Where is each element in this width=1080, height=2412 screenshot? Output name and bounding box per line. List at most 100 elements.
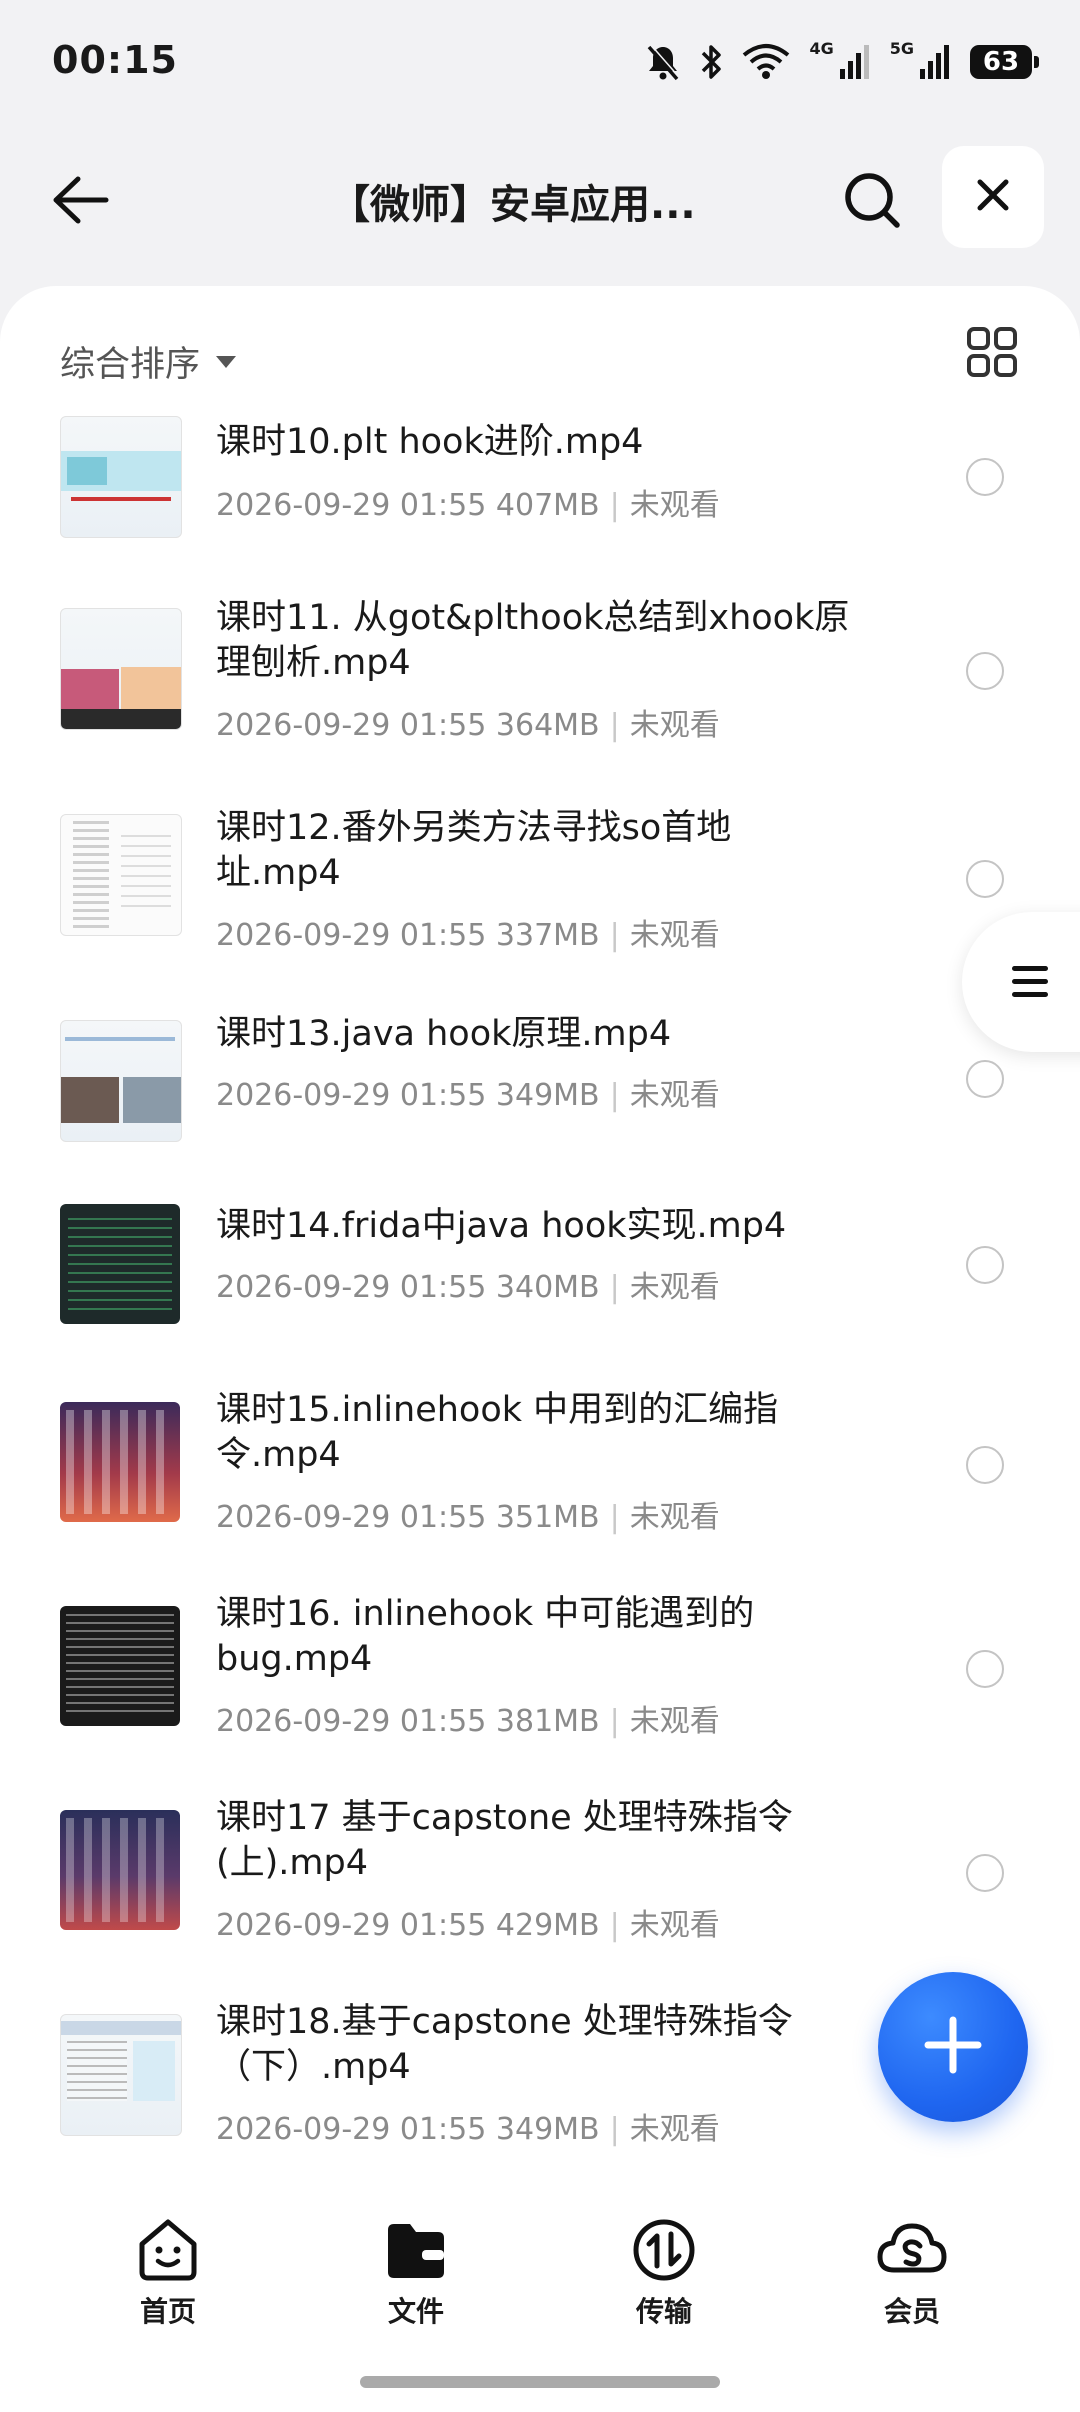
file-name: 课时11. 从got&plthook总结到xhook原理刨析.mp4 [216, 598, 850, 683]
file-date: 2026-09-29 01:55 [216, 1908, 487, 1943]
file-size: 337MB [495, 918, 600, 953]
select-radio[interactable] [966, 1446, 1004, 1484]
file-date: 2026-09-29 01:55 [216, 708, 487, 743]
list-item[interactable]: 课时14.frida中java hook实现.mp4 2026-09-29 01… [0, 1204, 1080, 1394]
status-icons: 4G 5G 63 [645, 36, 1039, 88]
file-name: 课时17 基于capstone 处理特殊指令(上).mp4 [216, 1798, 793, 1883]
file-date: 2026-09-29 01:55 [216, 1078, 487, 1113]
file-size: 351MB [495, 1500, 600, 1535]
bluetooth-icon [699, 43, 723, 81]
select-radio[interactable] [966, 458, 1004, 496]
watch-status: 未观看 [629, 1078, 720, 1113]
file-meta: 2026-09-29 01:55 429MB | 未观看 [216, 1908, 720, 1943]
watch-status: 未观看 [629, 1500, 720, 1535]
home-face-icon [132, 2214, 204, 2286]
top-header: 【微师】安卓应用... [0, 140, 1080, 260]
signal-4g-icon [838, 43, 872, 81]
file-size: 429MB [495, 1908, 600, 1943]
file-date: 2026-09-29 01:55 [216, 488, 487, 523]
grid-icon [966, 326, 1018, 382]
nav-label-files: 文件 [387, 2295, 444, 2328]
file-name: 课时13.java hook原理.mp4 [216, 1014, 672, 1054]
file-name: 课时14.frida中java hook实现.mp4 [216, 1206, 787, 1246]
sort-dropdown[interactable]: 综合排序 [60, 336, 237, 387]
file-date: 2026-09-29 01:55 [216, 1704, 487, 1739]
nav-item-transfer[interactable]: 传输 [594, 2214, 734, 2330]
status-time: 00:15 [52, 38, 178, 82]
file-meta: 2026-09-29 01:55 351MB | 未观看 [216, 1500, 720, 1535]
watch-status: 未观看 [629, 2112, 720, 2147]
search-button[interactable] [832, 162, 912, 242]
close-button[interactable] [942, 146, 1044, 248]
nav-label-transfer: 传输 [635, 2295, 692, 2328]
back-button[interactable] [40, 162, 120, 242]
select-radio[interactable] [966, 1246, 1004, 1284]
wifi-icon [741, 43, 791, 81]
file-meta: 2026-09-29 01:55 349MB | 未观看 [216, 2112, 720, 2147]
video-thumbnail [60, 1204, 180, 1324]
add-button[interactable] [878, 1972, 1028, 2122]
watch-status: 未观看 [629, 1704, 720, 1739]
net-4g-label: 4G [809, 38, 834, 58]
folder-icon [380, 2214, 452, 2286]
grid-view-toggle[interactable] [964, 326, 1020, 382]
list-item[interactable]: 课时15.inlinehook 中用到的汇编指令.mp4 2026-09-29 … [0, 1390, 1080, 1592]
file-size: 349MB [495, 1078, 600, 1113]
watch-status: 未观看 [629, 918, 720, 953]
video-thumbnail [60, 608, 182, 730]
watch-status: 未观看 [629, 1908, 720, 1943]
video-thumbnail [60, 1810, 180, 1930]
list-item[interactable]: 课时10.plt hook进阶.mp4 2026-09-29 01:55 407… [0, 416, 1080, 606]
video-thumbnail [60, 1020, 182, 1142]
search-icon [842, 170, 902, 234]
file-name: 课时12.番外另类方法寻找so首地址.mp4 [216, 808, 732, 893]
list-item[interactable]: 课时16. inlinehook 中可能遇到的bug.mp4 2026-09-2… [0, 1594, 1080, 1796]
video-thumbnail [60, 1606, 180, 1726]
file-meta: 2026-09-29 01:55 337MB | 未观看 [216, 918, 720, 953]
select-radio[interactable] [966, 1854, 1004, 1892]
file-date: 2026-09-29 01:55 [216, 1500, 487, 1535]
nav-label-home: 首页 [139, 2295, 196, 2328]
file-name: 课时10.plt hook进阶.mp4 [216, 422, 644, 462]
video-thumbnail [60, 2014, 182, 2136]
video-thumbnail [60, 814, 182, 936]
file-size: 407MB [495, 488, 600, 523]
select-radio[interactable] [966, 1650, 1004, 1688]
list-item[interactable]: 课时12.番外另类方法寻找so首地址.mp4 2026-09-29 01:55 … [0, 808, 1080, 1004]
cloud-vip-icon [876, 2214, 948, 2286]
watch-status: 未观看 [629, 488, 720, 523]
signal-5g-icon [918, 43, 952, 81]
status-bar: 00:15 4G 5G 63 [0, 0, 1080, 120]
gesture-home-bar[interactable] [360, 2376, 720, 2388]
file-list-panel: 综合排序 课时10.plt hook进阶.mp4 2026-09-29 01:5… [0, 286, 1080, 2186]
watch-status: 未观看 [629, 708, 720, 743]
caret-down-icon [216, 355, 237, 368]
select-radio[interactable] [966, 1060, 1004, 1098]
nav-label-vip: 会员 [883, 2295, 940, 2328]
file-size: 349MB [495, 2112, 600, 2147]
file-date: 2026-09-29 01:55 [216, 2112, 487, 2147]
video-thumbnail [60, 416, 182, 538]
list-item[interactable]: 课时11. 从got&plthook总结到xhook原理刨析.mp4 2026-… [0, 598, 1080, 798]
menu-lines-icon [1012, 966, 1048, 1005]
nav-item-files[interactable]: 文件 [346, 2214, 486, 2330]
select-radio[interactable] [966, 652, 1004, 690]
select-radio[interactable] [966, 860, 1004, 898]
list-item[interactable]: 课时17 基于capstone 处理特殊指令(上).mp4 2026-09-29… [0, 1798, 1080, 2000]
nav-item-home[interactable]: 首页 [98, 2214, 238, 2330]
mute-bell-icon [645, 43, 681, 81]
net-5g-label: 5G [889, 38, 914, 58]
file-size: 381MB [495, 1704, 600, 1739]
plus-icon [922, 2014, 984, 2080]
bottom-nav: 首页 文件 传输 会员 [0, 2186, 1080, 2412]
file-size: 364MB [495, 708, 600, 743]
file-meta: 2026-09-29 01:55 407MB | 未观看 [216, 488, 720, 523]
nav-item-vip[interactable]: 会员 [842, 2214, 982, 2330]
close-icon [975, 177, 1011, 217]
file-meta: 2026-09-29 01:55 349MB | 未观看 [216, 1078, 720, 1113]
battery-icon: 63 [970, 45, 1039, 79]
file-name: 课时16. inlinehook 中可能遇到的bug.mp4 [216, 1594, 755, 1679]
watch-status: 未观看 [629, 1270, 720, 1305]
file-name: 课时15.inlinehook 中用到的汇编指令.mp4 [216, 1390, 779, 1475]
list-item[interactable]: 课时13.java hook原理.mp4 2026-09-29 01:55 34… [0, 1014, 1080, 1210]
